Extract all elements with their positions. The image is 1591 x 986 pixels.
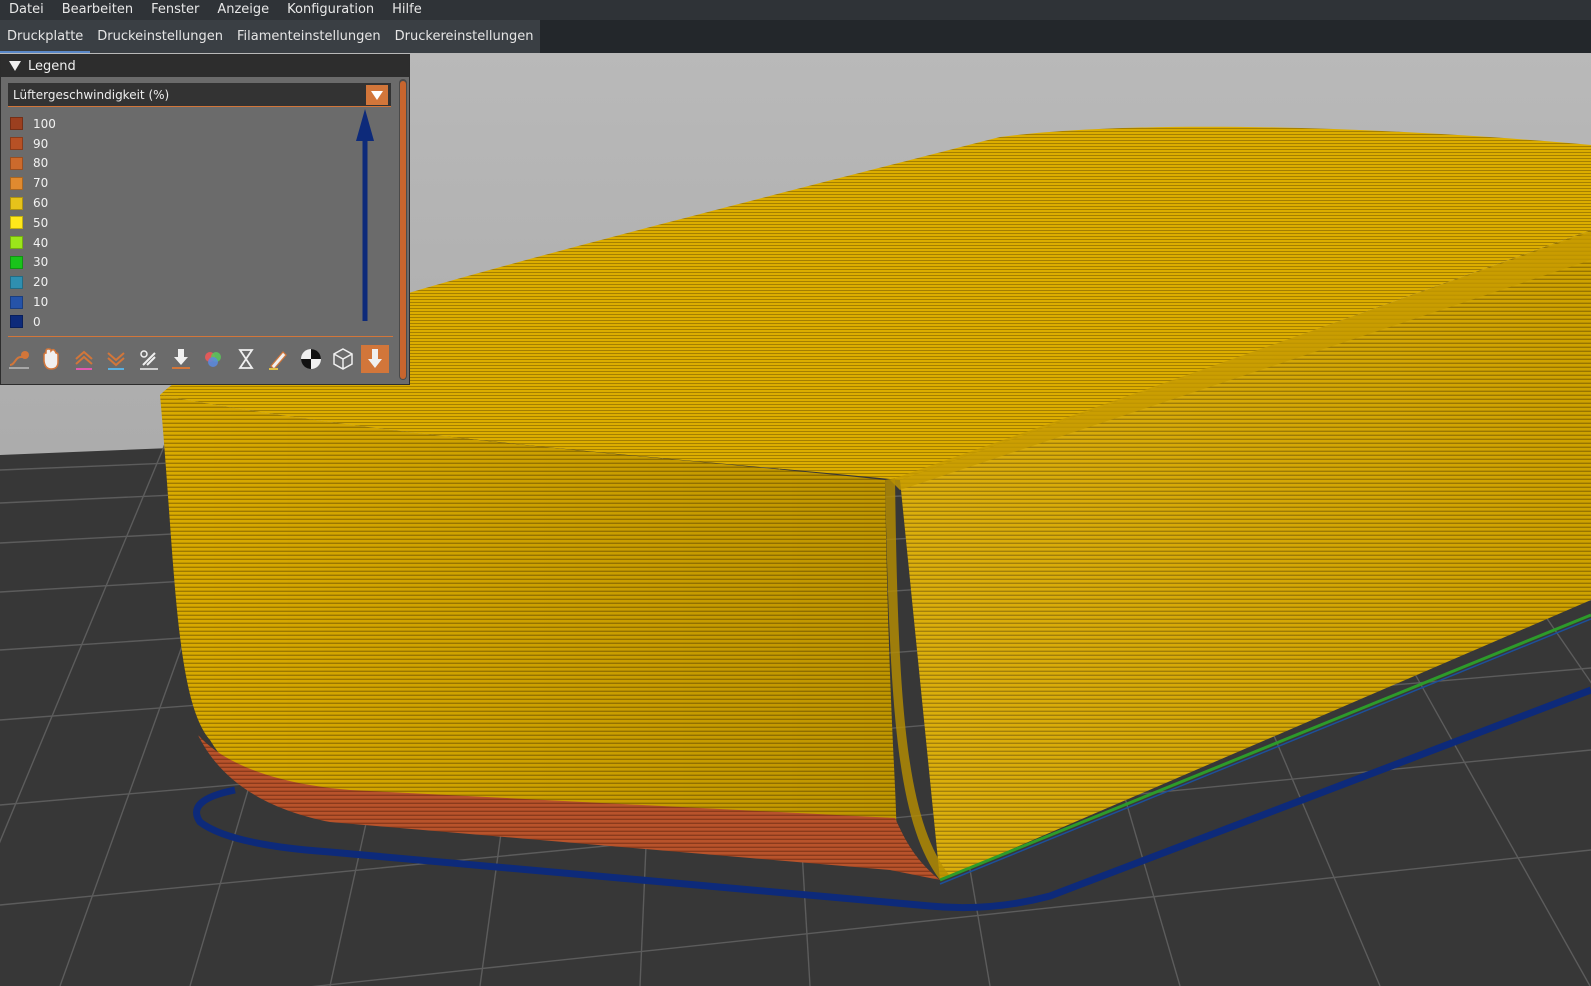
legend-swatch (10, 196, 23, 210)
legend-item: 80 (10, 154, 350, 174)
tab-druckeinstellungen[interactable]: Druckeinstellungen (90, 20, 230, 53)
layer-down-icon[interactable] (102, 345, 130, 373)
dropdown-arrow-icon[interactable] (366, 85, 388, 105)
legend-swatch (10, 216, 23, 230)
retraction-icon[interactable] (167, 345, 195, 373)
legend-item-label: 30 (33, 255, 49, 270)
collapse-triangle-icon[interactable] (9, 61, 21, 71)
view-type-value: Lüftergeschwindigkeit (%) (13, 87, 170, 102)
legend-item-label: 50 (33, 215, 49, 230)
tab-druckplatte[interactable]: Druckplatte (0, 20, 91, 53)
legend-swatch (10, 255, 23, 269)
tab-druckereinstellungen[interactable]: Druckereinstellungen (388, 20, 541, 53)
legend-item-label: 60 (33, 196, 49, 211)
legend-item: 50 (10, 213, 350, 233)
legend-item-label: 70 (33, 176, 49, 191)
tool-marker-icon[interactable] (361, 345, 390, 373)
hand-icon[interactable] (37, 345, 65, 373)
tab-bar: Druckplatte Druckeinstellungen Filamente… (0, 20, 1591, 53)
legend-item-label: 40 (33, 235, 49, 250)
legend-item-label: 20 (33, 275, 49, 290)
legend-swatch (10, 137, 23, 151)
pause-icon[interactable] (232, 345, 260, 373)
legend-item: 30 (10, 253, 350, 273)
wipe-icon[interactable] (135, 345, 163, 373)
menu-datei[interactable]: Datei (0, 0, 53, 20)
legend-item: 20 (10, 272, 350, 292)
menu-hilfe[interactable]: Hilfe (383, 0, 431, 20)
legend-item-label: 10 (33, 295, 49, 310)
legend-swatch (10, 275, 23, 289)
legend-item: 100 (10, 114, 350, 134)
legend-item-label: 80 (33, 156, 49, 171)
legend-item: 90 (10, 134, 350, 154)
scrollbar-thumb[interactable] (400, 81, 406, 379)
legend-swatch (10, 236, 23, 250)
legend-item: 10 (10, 292, 350, 312)
legend-swatch (10, 315, 23, 329)
legend-list: 100 90 80 70 60 50 40 30 20 10 0 (10, 114, 350, 332)
legend-swatch (10, 156, 23, 170)
view-type-select[interactable]: Lüftergeschwindigkeit (%) (8, 83, 391, 107)
custom-gcode-icon[interactable] (264, 345, 292, 373)
layer-up-icon[interactable] (70, 345, 98, 373)
range-up-arrow-icon (356, 109, 374, 321)
legend-divider (8, 336, 393, 337)
menu-bearbeiten[interactable]: Bearbeiten (53, 0, 142, 20)
legend-item-label: 0 (33, 314, 41, 329)
menu-bar: Datei Bearbeiten Fenster Anzeige Konfigu… (0, 0, 1591, 20)
color-change-icon[interactable] (199, 345, 227, 373)
menu-konfiguration[interactable]: Konfiguration (278, 0, 383, 20)
center-of-gravity-icon[interactable] (297, 345, 325, 373)
legend-item: 60 (10, 193, 350, 213)
tab-filamenteinstellungen[interactable]: Filamenteinstellungen (230, 20, 388, 53)
tab-group: Druckplatte Druckeinstellungen Filamente… (0, 20, 541, 53)
legend-swatch (10, 176, 23, 190)
legend-item-label: 90 (33, 136, 49, 151)
legend-swatch (10, 117, 23, 131)
travel-icon[interactable] (5, 345, 33, 373)
shells-icon[interactable] (329, 345, 357, 373)
legend-item-label: 100 (33, 116, 56, 131)
legend-header[interactable]: Legend (1, 55, 409, 77)
legend-item: 0 (10, 312, 350, 332)
legend-swatch (10, 295, 23, 309)
legend-title: Legend (28, 58, 76, 74)
legend-panel: Legend Lüftergeschwindigkeit (%) 100 90 80… (0, 54, 410, 385)
legend-scrollbar[interactable] (399, 79, 407, 380)
legend-toolbar (5, 344, 395, 374)
menu-anzeige[interactable]: Anzeige (208, 0, 278, 20)
menu-fenster[interactable]: Fenster (142, 0, 208, 20)
legend-item: 70 (10, 173, 350, 193)
legend-item: 40 (10, 233, 350, 253)
